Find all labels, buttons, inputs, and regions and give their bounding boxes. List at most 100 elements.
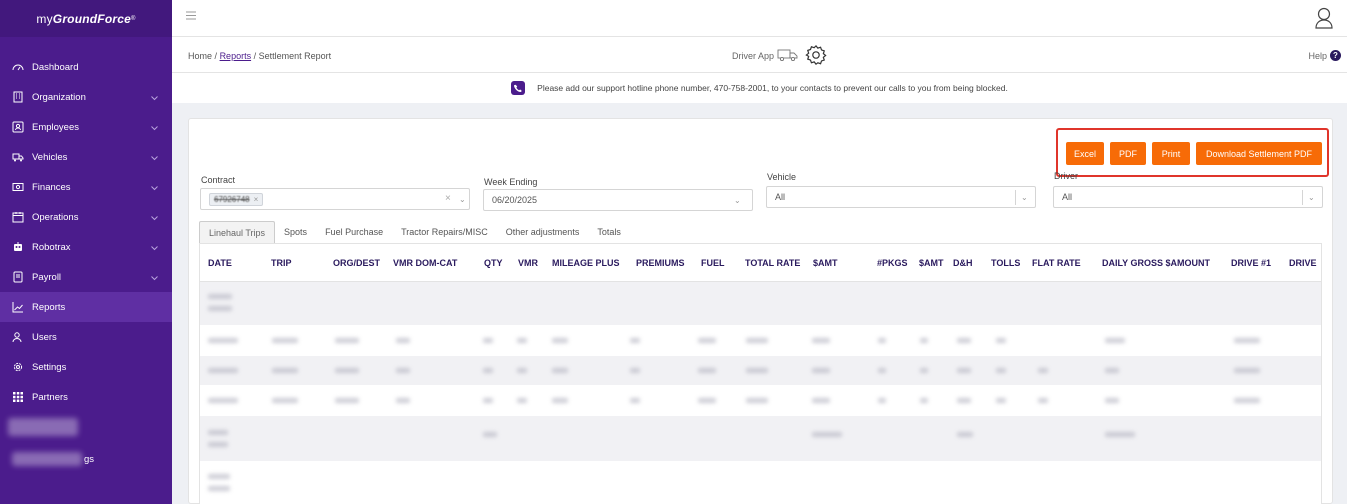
chevron-down-icon bbox=[151, 273, 158, 284]
clear-icon[interactable]: × bbox=[445, 193, 451, 204]
redacted-cell bbox=[1105, 368, 1119, 373]
grid-icon bbox=[12, 391, 24, 403]
week-ending-select[interactable]: 06/20/2025 ⌄ bbox=[483, 189, 753, 211]
tab-spots[interactable]: Spots bbox=[275, 221, 316, 243]
sidebar-item-organization[interactable]: Organization bbox=[0, 82, 172, 112]
tab-fuel-purchase[interactable]: Fuel Purchase bbox=[316, 221, 392, 243]
download-settlement-pdf-button[interactable]: Download Settlement PDF bbox=[1196, 142, 1322, 165]
money-icon bbox=[12, 181, 24, 193]
redacted-cell bbox=[957, 368, 971, 373]
column-header[interactable]: MILEAGE PLUS bbox=[552, 258, 620, 268]
column-header[interactable]: D&H bbox=[953, 258, 973, 268]
chevron-down-icon[interactable]: ⌄ bbox=[459, 195, 466, 204]
redacted-cell bbox=[517, 338, 527, 343]
chevron-down-icon[interactable]: ⌄ bbox=[734, 196, 741, 205]
table-row[interactable] bbox=[200, 416, 1321, 462]
column-header[interactable]: TRIP bbox=[271, 258, 292, 268]
sidebar-item-vehicles[interactable]: Vehicles bbox=[0, 142, 172, 172]
sidebar-item-robotrax[interactable]: Robotrax bbox=[0, 232, 172, 262]
help-label: Help bbox=[1308, 50, 1327, 61]
driver-app-link[interactable]: Driver App bbox=[732, 44, 827, 68]
sidebar-item-label: Reports bbox=[32, 301, 66, 313]
chevron-down-icon bbox=[151, 243, 158, 254]
table-row[interactable] bbox=[200, 462, 1321, 504]
table-row[interactable] bbox=[200, 282, 1321, 326]
sidebar-item-label: Users bbox=[32, 331, 57, 343]
menu-icon[interactable] bbox=[186, 11, 196, 23]
help-icon: ? bbox=[1330, 50, 1341, 61]
redacted-cell bbox=[920, 368, 928, 373]
redacted-cell bbox=[957, 338, 971, 343]
sidebar-item-finances[interactable]: Finances bbox=[0, 172, 172, 202]
help-link[interactable]: Help ? bbox=[1308, 50, 1341, 61]
column-header[interactable]: DRIVE bbox=[1289, 258, 1317, 268]
column-header[interactable]: $AMT bbox=[813, 258, 838, 268]
contract-select[interactable]: 67926748 × × ⌄ bbox=[200, 188, 470, 210]
sidebar-item-partners[interactable]: Partners bbox=[0, 382, 172, 412]
table-row[interactable] bbox=[200, 326, 1321, 356]
column-header[interactable]: TOLLS bbox=[991, 258, 1020, 268]
notice-text: Please add our support hotline phone num… bbox=[537, 83, 1008, 93]
column-header[interactable]: DATE bbox=[208, 258, 232, 268]
table-row[interactable] bbox=[200, 356, 1321, 386]
column-header[interactable]: $AMT bbox=[919, 258, 944, 268]
sidebar-item-label: Finances bbox=[32, 181, 71, 193]
column-header[interactable]: DAILY GROSS $AMOUNT bbox=[1102, 258, 1210, 268]
sidebar-item-blurred[interactable]: gs bbox=[0, 444, 172, 474]
sidebar-item-label: Payroll bbox=[32, 271, 62, 283]
chip-remove-icon[interactable]: × bbox=[254, 195, 259, 204]
column-header[interactable]: PREMIUMS bbox=[636, 258, 685, 268]
tab-tractor-repairs-misc[interactable]: Tractor Repairs/MISC bbox=[392, 221, 497, 243]
redacted-cell bbox=[335, 338, 359, 343]
chevron-down-icon bbox=[151, 153, 158, 164]
export-button-group: Excel PDF Print Download Settlement PDF bbox=[1056, 128, 1329, 177]
vehicle-select[interactable]: All ⌄ bbox=[766, 186, 1036, 208]
column-header[interactable]: VMR DOM-CAT bbox=[393, 258, 457, 268]
tab-linehaul-trips[interactable]: Linehaul Trips bbox=[199, 221, 276, 243]
column-header[interactable]: ORG/DEST bbox=[333, 258, 380, 268]
sidebar-item-operations[interactable]: Operations bbox=[0, 202, 172, 232]
sidebar-item-employees[interactable]: Employees bbox=[0, 112, 172, 142]
column-header[interactable]: QTY bbox=[484, 258, 503, 268]
table-row[interactable] bbox=[200, 386, 1321, 416]
pdf-button[interactable]: PDF bbox=[1110, 142, 1146, 165]
tab-totals[interactable]: Totals bbox=[588, 221, 630, 243]
breadcrumb-reports[interactable]: Reports bbox=[220, 51, 252, 61]
column-header[interactable]: FLAT RATE bbox=[1032, 258, 1081, 268]
chevron-down-icon bbox=[151, 123, 158, 134]
redacted-cell bbox=[812, 338, 830, 343]
redacted-cell bbox=[1105, 398, 1119, 403]
gear-icon[interactable] bbox=[805, 44, 827, 68]
print-button[interactable]: Print bbox=[1152, 142, 1190, 165]
column-header[interactable]: #PKGS bbox=[877, 258, 908, 268]
breadcrumb-separator: / bbox=[253, 51, 257, 61]
redacted-cell bbox=[517, 368, 527, 373]
column-header[interactable]: DRIVE #1 bbox=[1231, 258, 1271, 268]
sidebar-item-payroll[interactable]: Payroll bbox=[0, 262, 172, 292]
top-bar bbox=[172, 0, 1347, 37]
user-icon[interactable] bbox=[1315, 7, 1333, 32]
sidebar-item-settings[interactable]: Settings bbox=[0, 352, 172, 382]
column-header[interactable]: FUEL bbox=[701, 258, 725, 268]
sidebar-item-label: Robotrax bbox=[32, 241, 71, 253]
redacted-cell bbox=[630, 398, 640, 403]
column-header[interactable]: VMR bbox=[518, 258, 538, 268]
tab-other-adjustments[interactable]: Other adjustments bbox=[497, 221, 589, 243]
sidebar-item-dashboard[interactable]: Dashboard bbox=[0, 52, 172, 82]
redacted-cell bbox=[746, 338, 768, 343]
contract-chip[interactable]: 67926748 × bbox=[209, 192, 264, 206]
redacted-cell bbox=[272, 398, 298, 403]
table-header: DATE TRIP ORG/DEST VMR DOM-CAT QTY VMR MILEAGE… bbox=[200, 244, 1321, 282]
column-header[interactable]: TOTAL RATE bbox=[745, 258, 800, 268]
redacted-cell bbox=[517, 398, 527, 403]
redacted-cell bbox=[335, 398, 359, 403]
brand-logo[interactable]: my GroundForce ® bbox=[0, 0, 172, 37]
driver-select[interactable]: All ⌄ bbox=[1053, 186, 1323, 208]
chevron-down-icon[interactable]: ⌄ bbox=[1308, 193, 1315, 202]
chevron-down-icon[interactable]: ⌄ bbox=[1021, 193, 1028, 202]
dashboard-icon bbox=[12, 61, 24, 73]
breadcrumb-home[interactable]: Home bbox=[188, 51, 212, 61]
sidebar-item-users[interactable]: Users bbox=[0, 322, 172, 352]
excel-button[interactable]: Excel bbox=[1066, 142, 1104, 165]
sidebar-item-reports[interactable]: Reports bbox=[0, 292, 172, 322]
